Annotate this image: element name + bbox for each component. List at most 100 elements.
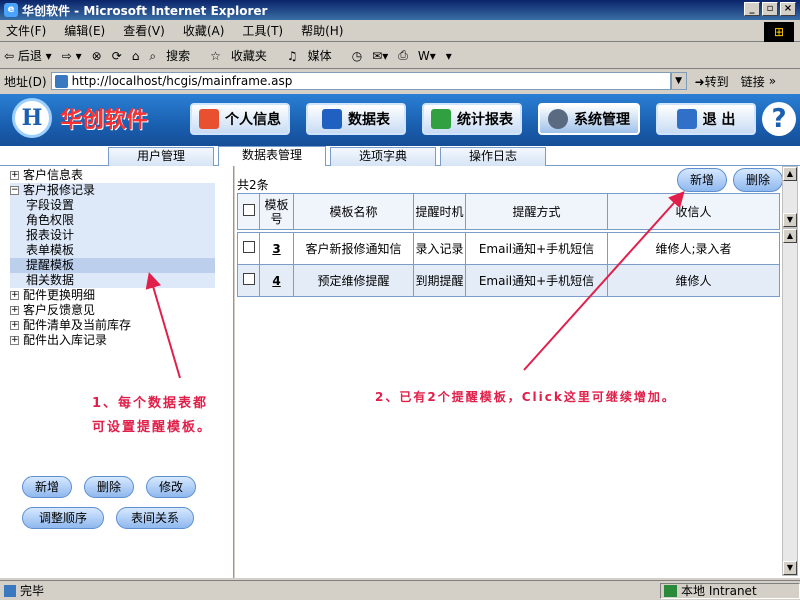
nav-logout[interactable]: 退 出 <box>656 103 756 135</box>
mail-icon[interactable]: ✉▾ <box>372 49 388 63</box>
maximize-button[interactable]: ▫ <box>762 2 778 16</box>
left-pane: + 客户信息表 − 客户报修记录 字段设置 角色权限 报表设计 表单模板 提醒模板 … <box>0 166 234 578</box>
tree-child-report-design[interactable]: 报表设计 <box>10 228 215 243</box>
windows-logo-icon: ⊞ <box>764 22 794 42</box>
intranet-icon <box>664 585 677 597</box>
header-recipients[interactable]: 收信人 <box>607 193 780 230</box>
row-select-cell <box>237 264 260 297</box>
tree-child-reminder-template[interactable]: 提醒模板 <box>10 258 215 273</box>
menu-view[interactable]: 查看(V) <box>123 22 165 39</box>
menu-favorites[interactable]: 收藏(A) <box>183 22 225 39</box>
forward-button[interactable]: ⇨ ▾ <box>62 49 82 63</box>
tree-node-parts-replacement[interactable]: + 配件更换明细 <box>10 288 215 303</box>
tab-option-dictionary[interactable]: 选项字典 <box>330 147 436 166</box>
header-method[interactable]: 提醒方式 <box>465 193 608 230</box>
row-id-link[interactable]: 3 <box>272 242 280 256</box>
left-add-button[interactable]: 新增 <box>22 476 72 498</box>
print-icon[interactable]: ⎙ <box>398 48 408 63</box>
grid-delete-button[interactable]: 删除 <box>733 168 783 192</box>
address-input[interactable]: http://localhost/hcgis/mainframe.asp <box>50 72 671 90</box>
search-icon: ⌕ <box>149 49 157 63</box>
header-timing[interactable]: 提醒时机 <box>413 193 466 230</box>
close-button[interactable]: × <box>780 2 796 16</box>
left-table-relation-button[interactable]: 表间关系 <box>116 507 194 529</box>
menu-help[interactable]: 帮助(H) <box>301 22 343 39</box>
tree-node-customer-info[interactable]: + 客户信息表 <box>10 168 215 183</box>
menu-edit[interactable]: 编辑(E) <box>64 22 105 39</box>
left-edit-button[interactable]: 修改 <box>146 476 196 498</box>
nav-system-admin[interactable]: 系统管理 <box>538 103 640 135</box>
go-arrow-icon: ➜ <box>694 74 705 89</box>
tree-node-customer-feedback[interactable]: + 客户反馈意见 <box>10 303 215 318</box>
tree-child-role-permissions[interactable]: 角色权限 <box>10 213 215 228</box>
nav-personal-info[interactable]: 个人信息 <box>190 103 290 135</box>
main-scrollbar[interactable]: ▲ ▼ <box>782 228 798 576</box>
tab-table-management[interactable]: 数据表管理 <box>218 146 326 166</box>
nav-statistics[interactable]: 统计报表 <box>422 103 522 135</box>
tree-child-field-settings[interactable]: 字段设置 <box>10 198 215 213</box>
table-row[interactable]: 4 预定维修提醒 到期提醒 Email通知+手机短信 维修人 <box>237 264 780 297</box>
search-button[interactable]: ⌕ 搜索 <box>149 47 200 64</box>
app-logo: H 华创软件 <box>12 98 148 138</box>
header-template-name[interactable]: 模板名称 <box>293 193 414 230</box>
collapse-icon[interactable]: − <box>10 186 19 195</box>
go-button[interactable]: ➜转到 <box>695 73 729 90</box>
home-icon[interactable]: ⌂ <box>132 49 140 63</box>
expand-icon[interactable]: + <box>10 336 19 345</box>
row-id-link[interactable]: 4 <box>272 274 280 288</box>
expand-icon[interactable]: + <box>10 171 19 180</box>
menu-file[interactable]: 文件(F) <box>6 22 46 39</box>
select-all-checkbox[interactable] <box>242 204 255 216</box>
top-scrollbar[interactable]: ▲ ▼ <box>782 166 798 228</box>
tab-user-management[interactable]: 用户管理 <box>108 147 214 166</box>
tree-node-parts-stock-io[interactable]: + 配件出入库记录 <box>10 333 215 348</box>
scroll-down-icon[interactable]: ▼ <box>783 561 797 575</box>
help-icon[interactable]: ? <box>762 102 796 136</box>
minimize-button[interactable]: _ <box>744 2 760 16</box>
address-dropdown[interactable]: ▼ <box>670 72 687 90</box>
tree-child-related-data[interactable]: 相关数据 <box>10 273 215 288</box>
row-checkbox[interactable] <box>242 273 255 285</box>
back-button[interactable]: ⇦ 后退 ▾ <box>4 47 52 64</box>
row-recipients: 维修人;录入者 <box>607 232 780 265</box>
row-id-cell: 4 <box>259 264 294 297</box>
refresh-icon[interactable]: ⟳ <box>112 49 122 63</box>
logo-mark-icon: H <box>12 98 52 138</box>
table-row[interactable]: 3 客户新报修通知信 录入记录 Email通知+手机短信 维修人;录入者 <box>237 232 780 265</box>
star-icon: ☆ <box>210 49 221 63</box>
header-template-id[interactable]: 模板号 <box>259 193 294 230</box>
left-delete-button[interactable]: 删除 <box>84 476 134 498</box>
tree-node-parts-inventory[interactable]: + 配件清单及当前库存 <box>10 318 215 333</box>
tab-operation-log[interactable]: 操作日志 <box>440 147 546 166</box>
media-button[interactable]: ♫ 媒体 <box>287 47 342 64</box>
favorites-button[interactable]: ☆ 收藏夹 <box>210 47 277 64</box>
tab-bar: 用户管理 数据表管理 选项字典 操作日志 <box>0 146 800 166</box>
expand-icon[interactable]: + <box>10 306 19 315</box>
row-timing: 到期提醒 <box>413 264 466 297</box>
links-more[interactable]: » <box>769 74 776 88</box>
tree-node-repair-records[interactable]: − 客户报修记录 <box>10 183 215 198</box>
row-method: Email通知+手机短信 <box>465 264 608 297</box>
menu-tools[interactable]: 工具(T) <box>242 22 283 39</box>
toolbar-more[interactable]: ▾ <box>446 49 452 63</box>
expand-icon[interactable]: + <box>10 291 19 300</box>
window-titlebar: e 华创软件 - Microsoft Internet Explorer _ ▫… <box>0 0 800 20</box>
left-reorder-button[interactable]: 调整顺序 <box>22 507 104 529</box>
status-page-icon <box>4 584 16 597</box>
browser-toolbar: ⇦ 后退 ▾ ⇨ ▾ ⊗ ⟳ ⌂ ⌕ 搜索 ☆ 收藏夹 ♫ 媒体 ◷ ✉▾ ⎙ W▾ … <box>0 43 800 69</box>
zone-text: 本地 Intranet <box>681 584 757 598</box>
expand-icon[interactable]: + <box>10 321 19 330</box>
scroll-down-icon[interactable]: ▼ <box>783 213 797 227</box>
tree-child-form-template[interactable]: 表单模板 <box>10 243 215 258</box>
grid-add-button[interactable]: 新增 <box>677 168 727 192</box>
history-icon[interactable]: ◷ <box>352 49 362 63</box>
row-checkbox[interactable] <box>242 241 255 253</box>
nav-data-tables[interactable]: 数据表 <box>306 103 406 135</box>
exit-icon <box>676 109 697 129</box>
links-button[interactable]: 链接 <box>741 73 765 90</box>
scroll-up-icon[interactable]: ▲ <box>783 229 797 243</box>
logo-text: 华创软件 <box>60 108 149 133</box>
scroll-up-icon[interactable]: ▲ <box>783 167 797 181</box>
edit-word-icon[interactable]: W▾ <box>418 49 436 63</box>
stop-icon[interactable]: ⊗ <box>92 49 102 63</box>
